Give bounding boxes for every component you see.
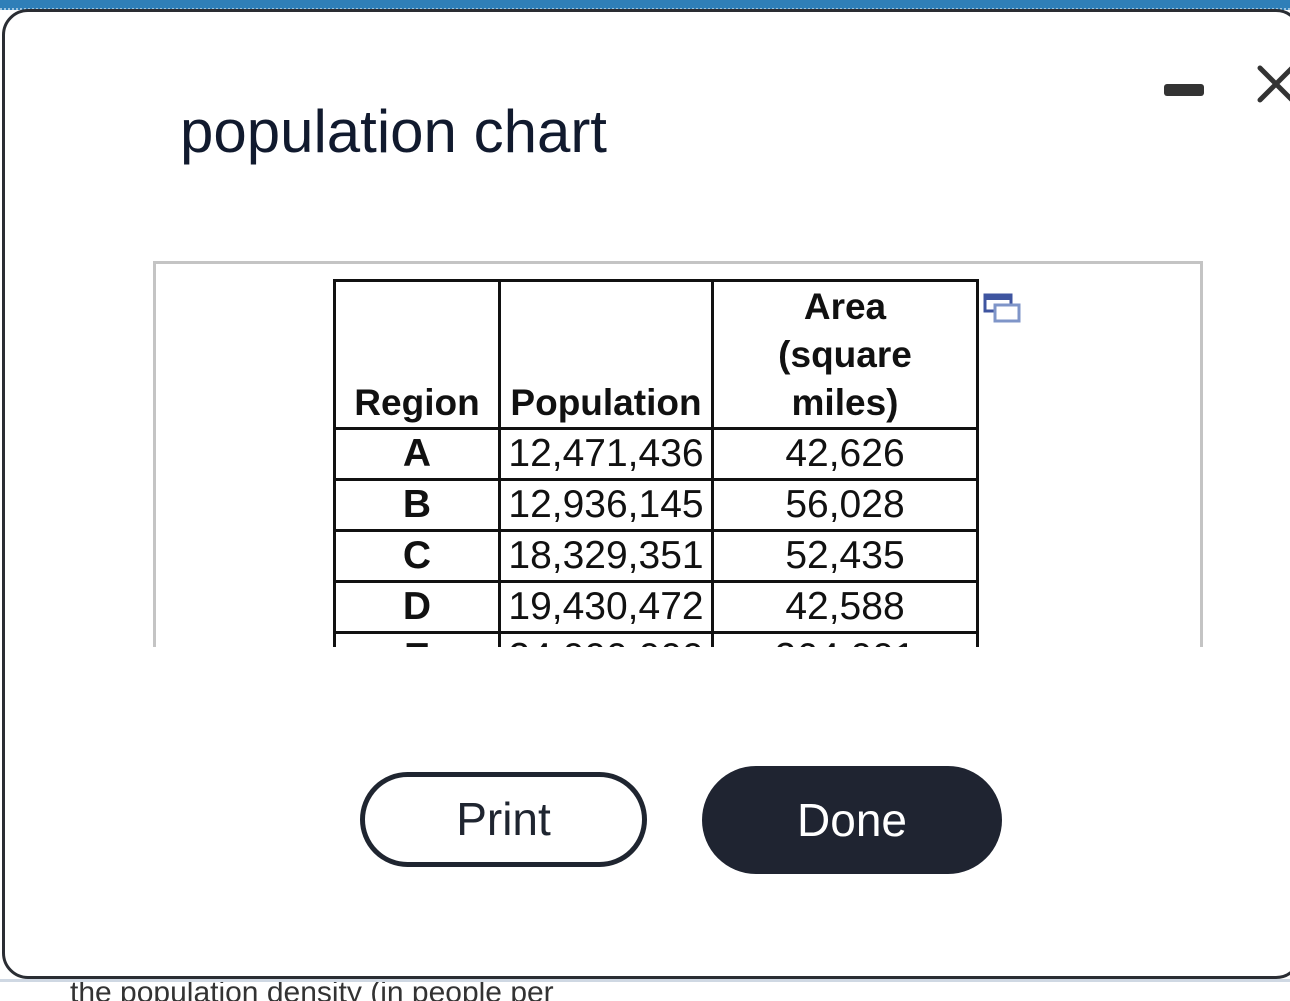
dialog-shadow-line	[0, 979, 1290, 982]
header-area: Area (square miles)	[711, 279, 979, 430]
table-row: C 18,329,351 52,435	[333, 529, 979, 583]
table-row: A 12,471,436 42,626	[333, 427, 979, 481]
minimize-icon	[1164, 84, 1204, 96]
cell-region: A	[333, 427, 501, 481]
close-button[interactable]	[1252, 60, 1290, 106]
cell-area: 56,028	[711, 478, 979, 532]
table-row: B 12,936,145 56,028	[333, 478, 979, 532]
table-row: D 19,430,472 42,588	[333, 580, 979, 634]
cell-region: C	[333, 529, 501, 583]
cell-population: 12,936,145	[498, 478, 714, 532]
cell-area: 42,588	[711, 580, 979, 634]
cell-population: 24,000,000	[498, 631, 714, 647]
header-area-line2: (square	[778, 334, 912, 375]
done-button[interactable]: Done	[702, 766, 1002, 874]
cell-area: 42,626	[711, 427, 979, 481]
header-population: Population	[498, 279, 714, 430]
table-header-row: Region Population Area (square miles)	[333, 279, 979, 430]
close-icon	[1257, 65, 1290, 103]
header-area-line3: miles)	[791, 382, 899, 423]
cell-area: 52,435	[711, 529, 979, 583]
cell-population: 19,430,472	[498, 580, 714, 634]
popout-icon	[983, 293, 1021, 323]
dialog-title: population chart	[180, 98, 607, 165]
cell-region: D	[333, 580, 501, 634]
cell-population: 18,329,351	[498, 529, 714, 583]
population-table: Region Population Area (square miles) A …	[333, 279, 979, 647]
header-area-line1: Area	[803, 286, 887, 327]
cell-region: E	[333, 631, 501, 647]
cell-population: 12,471,436	[498, 427, 714, 481]
table-row: E 24,000,000 264,001	[333, 631, 979, 647]
expand-icon[interactable]	[983, 293, 1023, 325]
minimize-button[interactable]	[1160, 78, 1208, 108]
cell-area: 264,001	[711, 631, 979, 647]
page: the population density (in people per po…	[0, 0, 1290, 1001]
table-frame[interactable]: Region Population Area (square miles) A …	[153, 261, 1203, 647]
header-region: Region	[333, 279, 501, 430]
cell-region: B	[333, 478, 501, 532]
print-button[interactable]: Print	[360, 772, 647, 867]
